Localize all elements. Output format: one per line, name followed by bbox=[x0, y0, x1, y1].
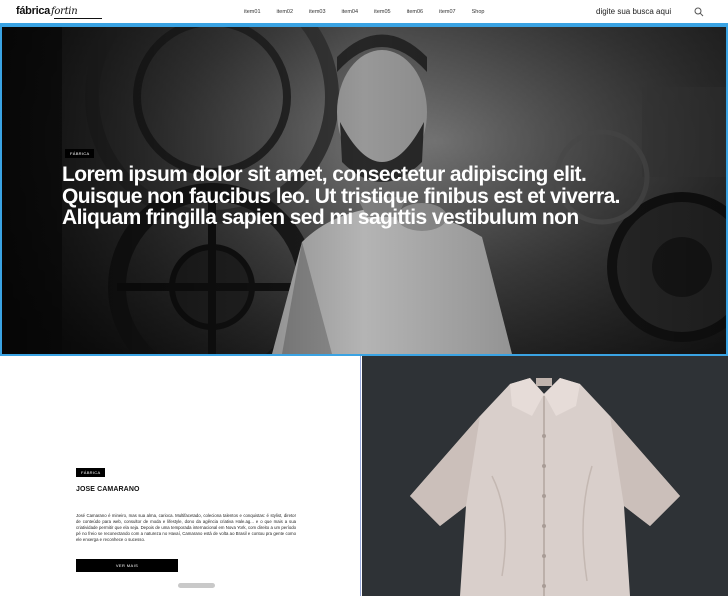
product-image-panel[interactable] bbox=[362, 356, 728, 596]
search-input[interactable]: digite sua busca aqui bbox=[596, 7, 671, 16]
carousel-indicator[interactable] bbox=[178, 583, 215, 588]
feature-category-badge: FÁBRICA bbox=[76, 468, 106, 477]
feature-description: José Camarano é mineiro, mas sua alma, c… bbox=[76, 513, 296, 542]
site-header: fábricafortin item01 item02 item03 item0… bbox=[0, 0, 728, 25]
hero-category-badge: FÁBRICA bbox=[65, 149, 95, 158]
nav-item-7[interactable]: item07 bbox=[439, 9, 456, 15]
search-icon[interactable] bbox=[694, 7, 704, 17]
nav-item-2[interactable]: item02 bbox=[277, 9, 294, 15]
nav-item-3[interactable]: item03 bbox=[309, 9, 326, 15]
logo-text: fábrica bbox=[16, 5, 50, 17]
logo-underline bbox=[54, 18, 102, 19]
nav-item-1[interactable]: item01 bbox=[244, 9, 261, 15]
feature-text-panel bbox=[0, 356, 361, 596]
brand-logo[interactable]: fábricafortin bbox=[16, 5, 102, 19]
logo-script: fortin bbox=[50, 6, 78, 17]
shirt-image bbox=[410, 378, 680, 596]
main-nav: item01 item02 item03 item04 item05 item0… bbox=[244, 9, 484, 15]
read-more-button[interactable]: VER MAIS bbox=[76, 559, 178, 572]
nav-item-4[interactable]: item04 bbox=[342, 9, 359, 15]
hero-headline[interactable]: Lorem ipsum dolor sit amet, consectetur … bbox=[62, 164, 662, 229]
nav-item-shop[interactable]: Shop bbox=[472, 9, 485, 15]
feature-title[interactable]: JOSE CAMARANO bbox=[76, 486, 140, 493]
nav-item-5[interactable]: item05 bbox=[374, 9, 391, 15]
hero-banner[interactable]: FÁBRICA Lorem ipsum dolor sit amet, cons… bbox=[0, 25, 728, 356]
nav-item-6[interactable]: item06 bbox=[407, 9, 424, 15]
